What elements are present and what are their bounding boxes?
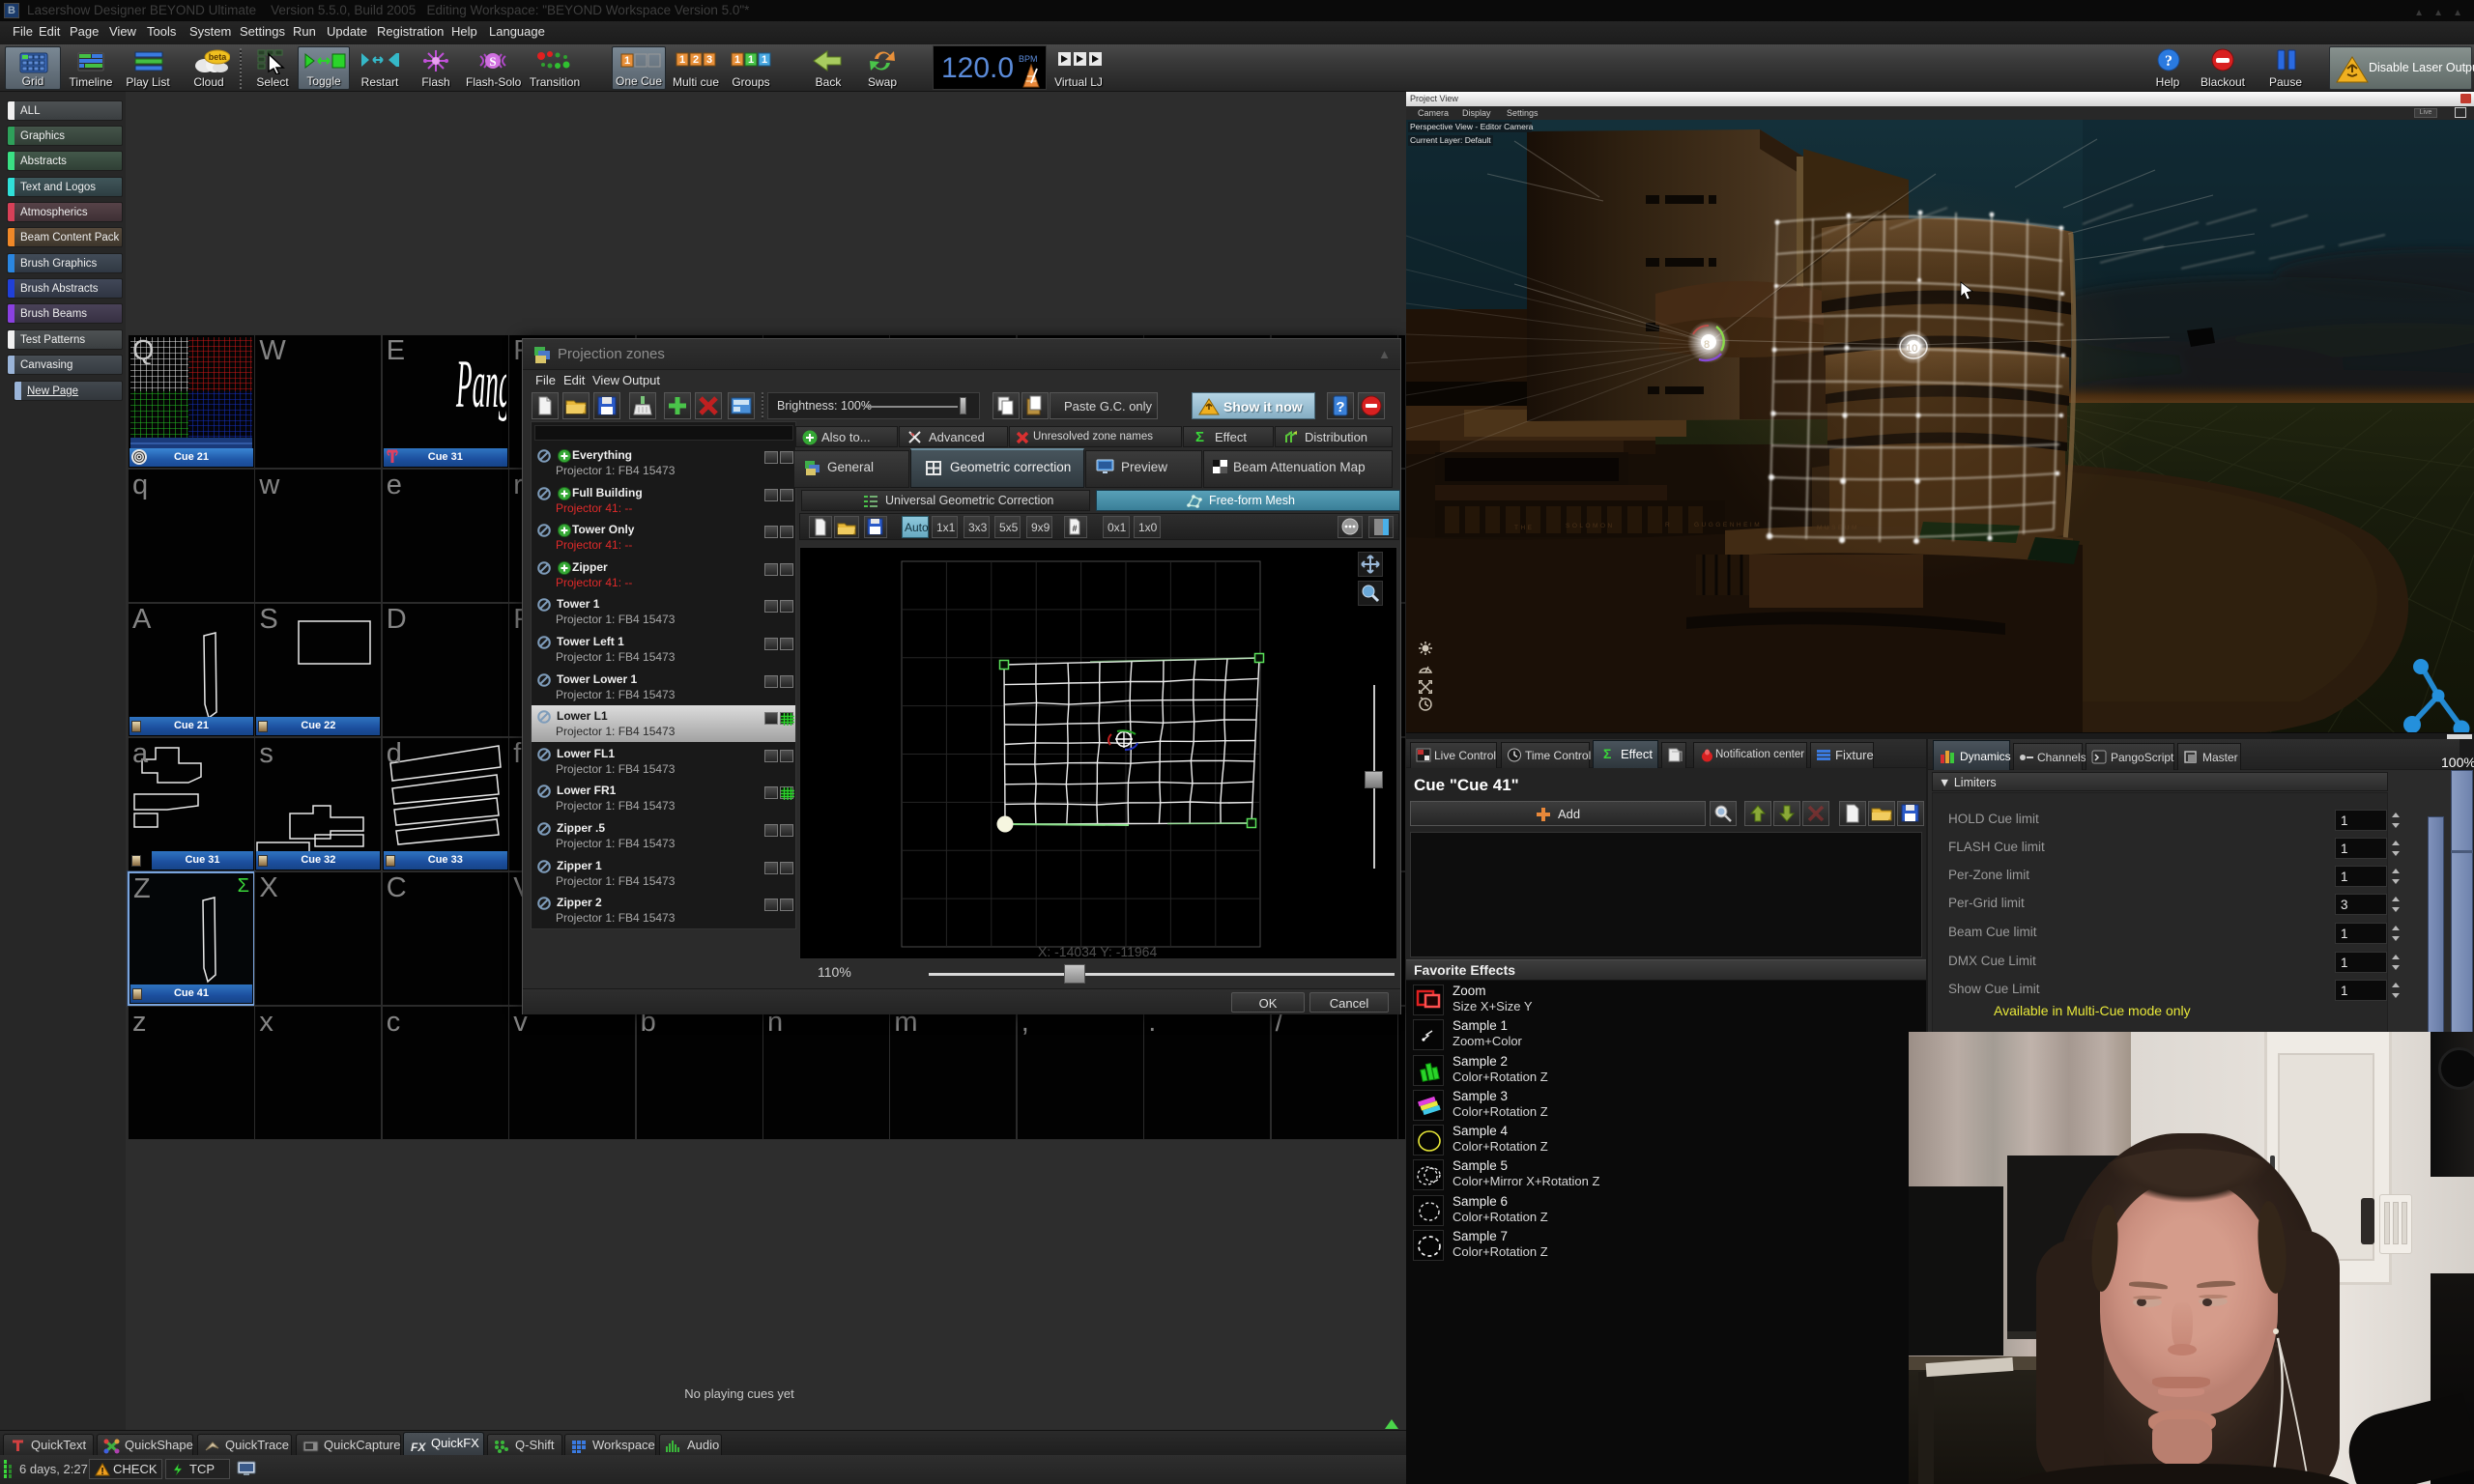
svg-text:X: -14034 Y: -11964: X: -14034 Y: -11964 xyxy=(1038,944,1157,959)
svg-text:Current Layer: Default: Current Layer: Default xyxy=(1410,135,1491,145)
svg-text:S: S xyxy=(489,54,496,69)
svg-text:THE: THE xyxy=(1514,525,1535,531)
svg-text:3: 3 xyxy=(706,54,712,66)
svg-text:?: ? xyxy=(2165,53,2172,70)
svg-text:10: 10 xyxy=(1906,343,1917,355)
svg-text:1: 1 xyxy=(734,54,740,66)
svg-text:#: # xyxy=(1072,524,1077,533)
svg-text:8: 8 xyxy=(1704,339,1710,351)
svg-text:!: ! xyxy=(101,1467,103,1476)
svg-text:R: R xyxy=(1665,522,1672,528)
svg-text:beta: beta xyxy=(209,52,228,62)
svg-text:?: ? xyxy=(1336,399,1344,415)
svg-text:1: 1 xyxy=(762,54,767,66)
svg-text:Perspective View - Editor Came: Perspective View - Editor Camera xyxy=(1410,122,1534,131)
svg-text:1: 1 xyxy=(679,54,685,66)
svg-text:1: 1 xyxy=(624,55,630,67)
svg-text:1: 1 xyxy=(748,54,754,66)
svg-text:2: 2 xyxy=(693,54,699,66)
svg-text:GUGGENHEIM: GUGGENHEIM xyxy=(1694,522,1762,528)
svg-text:SOLOMON: SOLOMON xyxy=(1566,523,1615,529)
